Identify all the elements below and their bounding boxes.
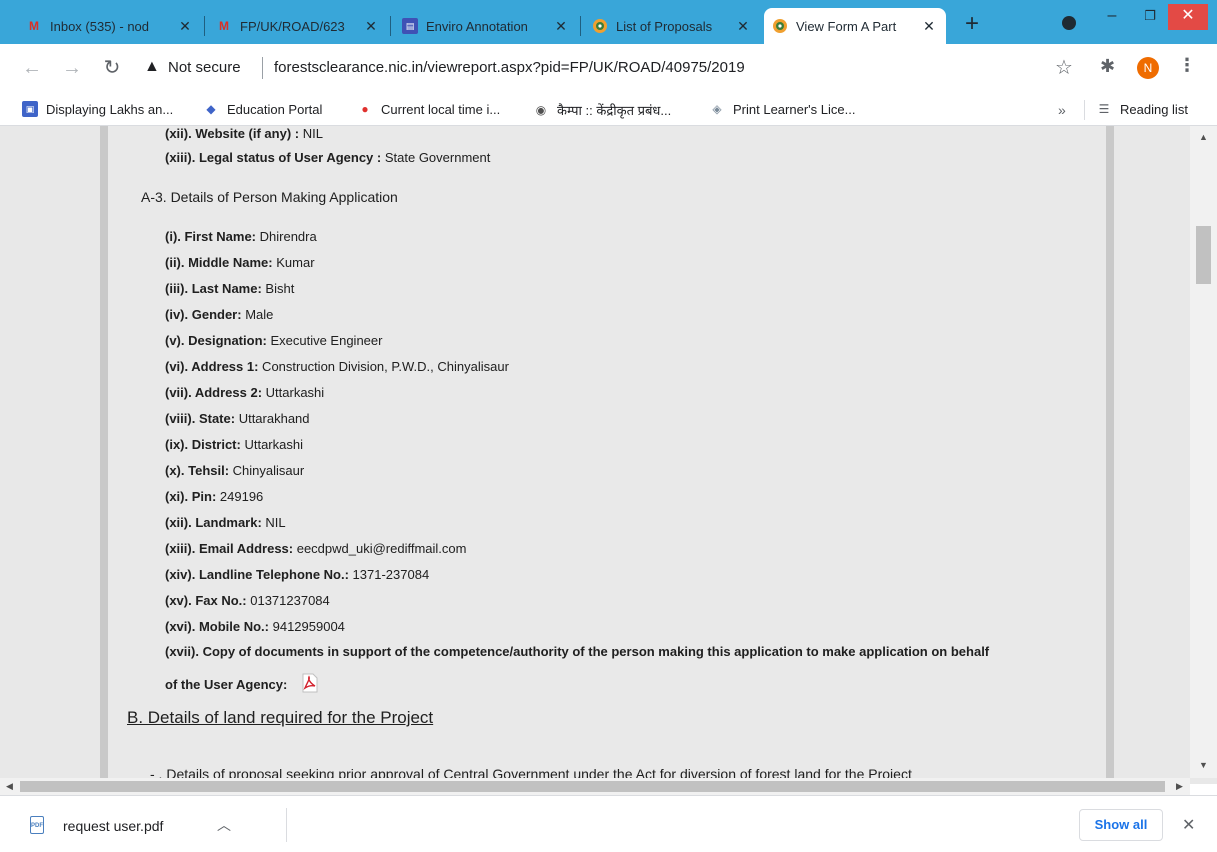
field-row: (x). Tehsil: Chinyalisaur — [165, 463, 305, 478]
bookmark-item[interactable]: ◈ Print Learner's Lice... — [709, 101, 855, 117]
warning-icon[interactable]: ▲ — [144, 58, 162, 76]
avatar[interactable]: N — [1137, 57, 1159, 79]
scroll-right-icon[interactable]: ▶ — [1176, 781, 1183, 792]
bookmark-label: Current local time i... — [381, 101, 501, 117]
address-bar[interactable]: ▲ Not secure forestsclearance.nic.in/vie… — [140, 51, 1070, 85]
tab-list-of-proposals[interactable]: List of Proposals ✕ — [584, 8, 760, 44]
globe-icon: ◉ — [535, 103, 547, 117]
bookmark-label: Displaying Lakhs an... — [46, 101, 174, 117]
security-label[interactable]: Not secure — [168, 59, 241, 76]
close-icon[interactable]: ✕ — [362, 18, 380, 35]
clock-icon: ● — [361, 102, 369, 116]
reload-icon[interactable]: ↻ — [100, 57, 124, 81]
chevron-up-icon[interactable]: ︿ — [217, 815, 231, 835]
restore-button[interactable]: ❐ — [1130, 4, 1170, 30]
back-arrow-icon[interactable]: ← — [20, 57, 44, 81]
tab-title: Inbox (535) - nod — [50, 18, 150, 34]
close-icon[interactable]: ✕ — [920, 18, 938, 35]
close-icon[interactable]: ✕ — [1182, 815, 1195, 835]
window-close-button[interactable]: ✕ — [1168, 4, 1208, 30]
minimize-button[interactable]: ‒ — [1092, 4, 1132, 30]
bookmark-app-icon: ▣ — [22, 101, 38, 117]
bookmark-star-icon[interactable]: ☆ — [1055, 55, 1073, 80]
bookmark-label: Education Portal — [227, 101, 323, 117]
field-legal-status: (xiii). Legal status of User Agency : St… — [165, 150, 491, 165]
pdf-file-icon: PDF — [30, 816, 44, 834]
field-row: (i). First Name: Dhirendra — [165, 229, 317, 244]
tab-title: List of Proposals — [616, 18, 713, 34]
tab-title: View Form A Part — [796, 18, 897, 34]
bookmark-label: कैम्पा :: केंद्रीकृत प्रबंध... — [557, 103, 672, 118]
field-row: (viii). State: Uttarakhand — [165, 411, 310, 426]
field-row: (xi). Pin: 249196 — [165, 489, 264, 504]
tab-view-form-a[interactable]: View Form A Part ✕ — [764, 8, 946, 44]
tab-inbox[interactable]: M Inbox (535) - nod ✕ — [18, 8, 202, 44]
field-row: (xii). Landmark: NIL — [165, 515, 286, 530]
menu-icon[interactable]: ⋮ — [1178, 55, 1196, 76]
more-bookmarks-icon[interactable]: » — [1058, 102, 1066, 118]
pdf-download-icon[interactable] — [301, 673, 319, 693]
bookmark-item[interactable]: ◆ Education Portal — [203, 101, 322, 117]
horizontal-scrollbar[interactable]: ◀ ▶ — [0, 778, 1190, 795]
tab-strip: M Inbox (535) - nod ✕ M FP/UK/ROAD/623 ✕… — [0, 0, 1217, 44]
close-icon[interactable]: ✕ — [734, 18, 752, 35]
field-xvii-line1: (xvii). Copy of documents in support of … — [165, 644, 990, 659]
gmail-icon: M — [219, 19, 229, 33]
field-row: (ii). Middle Name: Kumar — [165, 255, 315, 270]
scroll-down-icon[interactable]: ▼ — [1199, 760, 1208, 770]
scroll-left-icon[interactable]: ◀ — [6, 781, 13, 792]
bookmarks-bar: ▣ Displaying Lakhs an... ◆ Education Por… — [0, 94, 1217, 126]
page-viewport: (xii). Website (if any) : NIL (xiii). Le… — [0, 126, 1217, 784]
bookmark-item[interactable]: ◉ कैम्पा :: केंद्रीकृत प्रबंध... — [533, 101, 672, 119]
scroll-up-icon[interactable]: ▲ — [1199, 132, 1208, 142]
forward-arrow-icon[interactable]: → — [60, 57, 84, 81]
tab-enviro-annotation[interactable]: ▤ Enviro Annotation ✕ — [394, 8, 578, 44]
field-website: (xii). Website (if any) : NIL — [165, 126, 323, 141]
emblem-icon — [592, 18, 608, 34]
tab-fp-uk-road[interactable]: M FP/UK/ROAD/623 ✕ — [208, 8, 388, 44]
bookmark-label: Print Learner's Lice... — [733, 101, 856, 117]
show-all-button[interactable]: Show all — [1079, 809, 1163, 841]
field-row: (iii). Last Name: Bisht — [165, 281, 295, 296]
scroll-thumb[interactable] — [20, 781, 1165, 792]
field-row: (xv). Fax No.: 01371237084 — [165, 593, 330, 608]
field-row: (xiii). Email Address: eecdpwd_uki@redif… — [165, 541, 467, 556]
field-row: (xiv). Landline Telephone No.: 1371-2370… — [165, 567, 430, 582]
download-filename[interactable]: request user.pdf — [63, 818, 163, 834]
tab-title: Enviro Annotation — [426, 18, 528, 34]
scroll-thumb[interactable] — [1196, 226, 1211, 284]
reading-list-button[interactable]: ☰ Reading list — [1096, 101, 1188, 117]
field-row: (vii). Address 2: Uttarkashi — [165, 385, 325, 400]
reading-list-icon: ☰ — [1098, 102, 1110, 116]
toolbar: ← → ↻ ▲ Not secure forestsclearance.nic.… — [0, 44, 1217, 94]
field-row: (xvi). Mobile No.: 9412959004 — [165, 619, 345, 634]
field-row: (v). Designation: Executive Engineer — [165, 333, 383, 348]
extensions-icon[interactable]: ✱ — [1100, 56, 1115, 77]
gmail-icon: M — [29, 19, 39, 33]
field-xvii-line2: of the User Agency: — [165, 669, 319, 693]
vertical-scrollbar[interactable]: ▲ ▼ — [1190, 126, 1217, 778]
bookmark-item[interactable]: ● Current local time i... — [357, 101, 500, 117]
url-text[interactable]: forestsclearance.nic.in/viewreport.aspx?… — [274, 59, 745, 76]
bookmark-item[interactable]: ▣ Displaying Lakhs an... — [22, 101, 173, 117]
field-row: (iv). Gender: Male — [165, 307, 274, 322]
tab-title: FP/UK/ROAD/623 — [240, 18, 345, 34]
emblem-icon — [772, 18, 788, 34]
download-shelf: PDF request user.pdf ︿ Show all ✕ — [0, 795, 1217, 852]
close-icon[interactable]: ✕ — [552, 18, 570, 35]
section-b-heading: B. Details of land required for the Proj… — [127, 708, 434, 727]
new-tab-button[interactable]: + — [958, 10, 986, 38]
forms-icon: ▤ — [402, 18, 418, 34]
field-row: (ix). District: Uttarkashi — [165, 437, 303, 452]
license-icon: ◈ — [712, 102, 722, 116]
reading-list-label: Reading list — [1120, 101, 1188, 117]
field-row: (vi). Address 1: Construction Division, … — [165, 359, 509, 374]
tab-search-icon[interactable] — [1062, 16, 1076, 30]
education-icon: ◆ — [206, 102, 216, 116]
section-a3-heading: A-3. Details of Person Making Applicatio… — [141, 189, 398, 205]
close-icon[interactable]: ✕ — [176, 18, 194, 35]
